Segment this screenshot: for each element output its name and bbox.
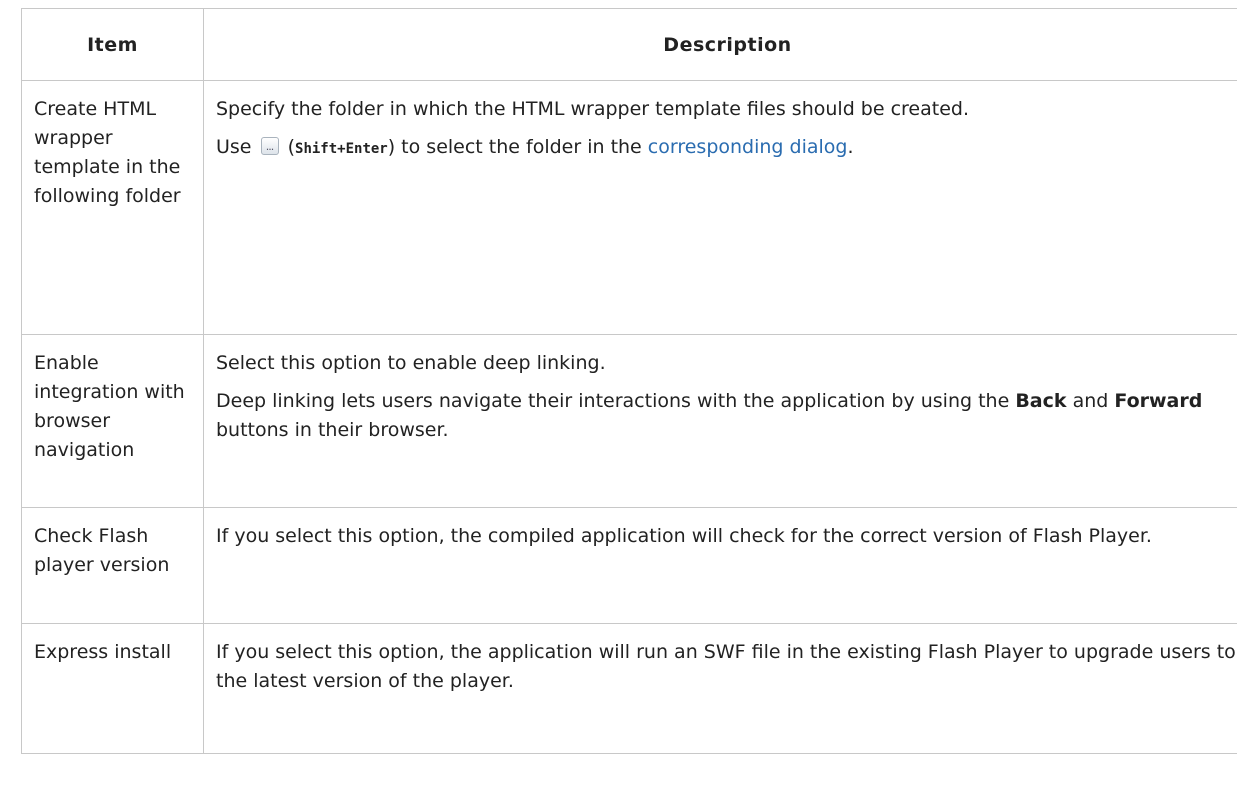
corresponding-dialog-link[interactable]: corresponding dialog [648, 136, 848, 158]
row-description: If you select this option, the applicati… [203, 623, 1237, 754]
table-row: Enable integration with browser navigati… [21, 334, 1237, 508]
text: Use [216, 136, 252, 158]
description-paragraph: Deep linking lets users navigate their i… [216, 387, 1237, 445]
text: . [847, 136, 854, 158]
description-paragraph: Specify the folder in which the HTML wra… [216, 98, 969, 120]
description-paragraph: If you select this option, the applicati… [216, 641, 1236, 692]
header-item: Item [21, 8, 204, 81]
header-description: Description [203, 8, 1237, 81]
text: and [1072, 390, 1109, 412]
row-item-check-flash-version: Check Flash player version [21, 507, 204, 624]
text: ) to select the folder in the [387, 136, 642, 158]
paren: ( [287, 136, 296, 158]
row-item-create-html-wrapper: Create HTML wrapper template in the foll… [21, 80, 204, 335]
table-header-row: Item Description [21, 8, 1237, 81]
browse-button-icon[interactable] [260, 135, 279, 164]
description-paragraph: Select this option to enable deep linkin… [216, 352, 606, 374]
row-description: Specify the folder in which the HTML wra… [203, 80, 1237, 335]
text: Deep linking lets users navigate their i… [216, 390, 1010, 412]
table-row: Create HTML wrapper template in the foll… [21, 80, 1237, 335]
description-paragraph: Use (Shift+Enter) to select the folder i… [216, 133, 1237, 164]
row-item-express-install: Express install [21, 623, 204, 754]
table-row: Express install If you select this optio… [21, 623, 1237, 754]
text: buttons in their browser. [216, 419, 449, 441]
row-item-enable-integration: Enable integration with browser navigati… [21, 334, 204, 508]
table-row: Check Flash player version If you select… [21, 507, 1237, 624]
row-description: If you select this option, the compiled … [203, 507, 1237, 624]
shortcut-shift-enter: Shift+Enter [295, 141, 388, 157]
back-label: Back [1015, 390, 1067, 412]
row-description: Select this option to enable deep linkin… [203, 334, 1237, 508]
description-paragraph: If you select this option, the compiled … [216, 525, 1152, 547]
options-table: Item Description Create HTML wrapper tem… [21, 8, 1237, 754]
forward-label: Forward [1114, 390, 1203, 412]
